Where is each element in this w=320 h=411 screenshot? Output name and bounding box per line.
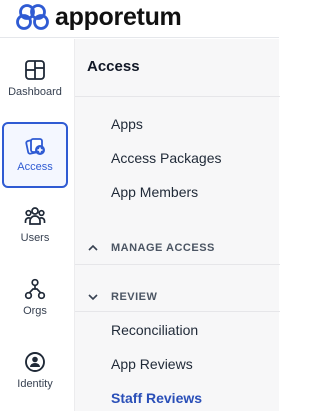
- orgs-icon: [24, 278, 46, 300]
- apporetum-logo-icon: [16, 4, 49, 30]
- section-divider: [75, 264, 280, 265]
- access-panel: Access Apps Access Packages App Members …: [74, 39, 280, 411]
- rail-item-dashboard[interactable]: Dashboard: [2, 49, 68, 115]
- panel-divider: [75, 96, 280, 97]
- brand-logo[interactable]: apporetum: [16, 2, 182, 32]
- app-root: apporetum Dashboard Access Users Orgs Id…: [0, 0, 280, 411]
- nav-link-staff-reviews[interactable]: Staff Reviews: [111, 390, 202, 406]
- nav-link-app-members[interactable]: App Members: [111, 184, 198, 200]
- section-divider: [75, 311, 280, 312]
- section-review[interactable]: REVIEW: [87, 291, 157, 303]
- rail-item-access[interactable]: Access: [2, 122, 68, 188]
- identity-icon: [25, 352, 45, 372]
- dashboard-icon: [25, 60, 45, 80]
- nav-link-reconciliation[interactable]: Reconciliation: [111, 322, 198, 338]
- section-manage-access[interactable]: MANAGE ACCESS: [87, 242, 215, 254]
- rail-item-orgs[interactable]: Orgs: [2, 268, 68, 334]
- rail-item-label: Access: [17, 161, 53, 173]
- section-label: REVIEW: [111, 291, 158, 303]
- rail-item-label: Identity: [17, 378, 53, 390]
- brand-name: apporetum: [55, 3, 182, 31]
- rail-item-identity[interactable]: Identity: [2, 341, 68, 407]
- top-header: apporetum: [0, 0, 279, 38]
- section-label: MANAGE ACCESS: [111, 242, 215, 254]
- nav-link-app-reviews[interactable]: App Reviews: [111, 356, 193, 372]
- rail-item-label: Orgs: [23, 305, 47, 317]
- rail-item-label: Users: [20, 232, 50, 244]
- rail-item-users[interactable]: Users: [2, 195, 68, 261]
- nav-link-access-packages[interactable]: Access Packages: [111, 150, 222, 166]
- left-rail: Dashboard Access Users Orgs Identity: [0, 39, 74, 411]
- nav-link-apps[interactable]: Apps: [111, 116, 143, 132]
- panel-title: Access: [87, 58, 140, 75]
- rail-item-label: Dashboard: [8, 86, 62, 98]
- users-icon: [24, 207, 46, 225]
- chevron-down-icon: [88, 294, 98, 301]
- access-icon: [25, 138, 45, 155]
- chevron-up-icon: [88, 244, 98, 251]
